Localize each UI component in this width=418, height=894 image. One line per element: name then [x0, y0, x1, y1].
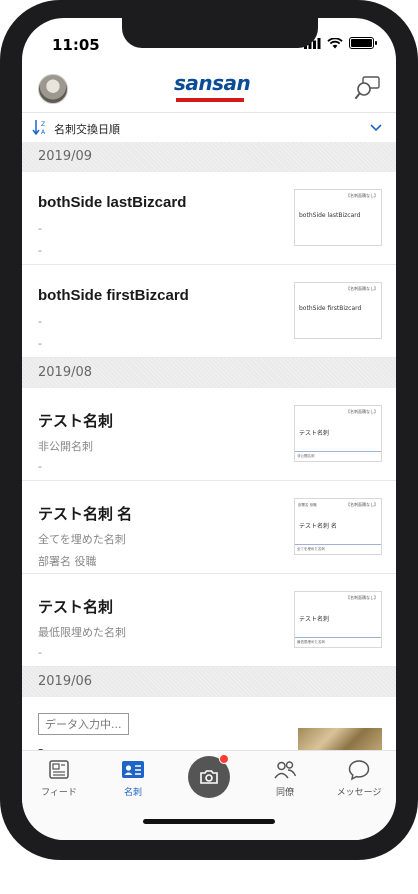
card-row[interactable]: テスト名刺 最低限埋めた名刺 - 【名刺面積なし】 テスト名刺 最低限埋めた名刺 [22, 574, 396, 667]
business-card-icon [122, 761, 144, 778]
date-section-header: 2019/06 [22, 667, 396, 697]
tab-label: 同僚 [275, 788, 294, 798]
thumbnail-divider [295, 637, 381, 638]
card-thumbnail[interactable]: 【名刺面積なし】 bothSide lastBizcard [294, 189, 382, 246]
data-entry-status-badge: データ入力中... [38, 713, 129, 735]
screen: 11:05 sansan Z A 名刺交換日順 2019/09 bothSide… [22, 18, 396, 840]
thumbnail-name: bothSide lastBizcard [299, 212, 361, 219]
sansan-logo: sansan [174, 71, 251, 106]
tab-label: 名刺 [123, 788, 142, 798]
thumbnail-tag: 【名刺面積なし】 [346, 193, 378, 198]
card-department: - [38, 646, 42, 659]
card-company: 最低限埋めた名刺 [38, 626, 126, 639]
thumbnail-company: 全てを埋めた名刺 [297, 547, 325, 551]
thumbnail-tag: 【名刺面積なし】 [346, 502, 378, 507]
phone-frame: 11:05 sansan Z A 名刺交換日順 2019/09 bothSide… [0, 0, 418, 860]
camera-icon [200, 770, 218, 784]
card-thumbnail[interactable]: 部署名 役職 【名刺面積なし】 テスト名刺 名 全てを埋めた名刺 [294, 498, 382, 555]
thumbnail-department: 部署名 役職 [298, 503, 317, 507]
date-section-header: 2019/08 [22, 358, 396, 388]
card-row[interactable]: bothSide lastBizcard - - 【名刺面積なし】 bothSi… [22, 172, 396, 265]
card-search-icon[interactable] [354, 74, 382, 102]
sort-order-icon: Z A [32, 120, 46, 136]
card-department: - [38, 337, 42, 350]
thumbnail-name: テスト名刺 [299, 616, 330, 623]
card-name: - [38, 743, 43, 750]
tab-colleagues[interactable]: 同僚 [248, 759, 322, 798]
card-photo-thumbnail[interactable] [298, 728, 382, 750]
status-time: 11:05 [52, 36, 100, 54]
thumbnail-divider [295, 544, 381, 545]
app-header: sansan [22, 66, 396, 112]
thumbnail-company: 非公開名刺 [297, 454, 315, 458]
card-row[interactable]: テスト名刺 非公開名刺 - 【名刺面積なし】 テスト名刺 非公開名刺 [22, 388, 396, 481]
thumbnail-name: テスト名刺 名 [299, 523, 337, 530]
card-thumbnail[interactable]: 【名刺面積なし】 テスト名刺 非公開名刺 [294, 405, 382, 462]
wifi-icon [327, 37, 343, 48]
thumbnail-tag: 【名刺面積なし】 [346, 595, 378, 600]
card-row[interactable]: テスト名刺 名 全てを埋めた名刺 部署名 役職 部署名 役職 【名刺面積なし】 … [22, 481, 396, 574]
sort-bar[interactable]: Z A 名刺交換日順 [22, 112, 396, 142]
business-card-list: 2019/09 bothSide lastBizcard - - 【名刺面積なし… [22, 142, 396, 750]
thumbnail-divider [295, 451, 381, 452]
card-name: テスト名刺 [38, 413, 114, 430]
card-company: 全てを埋めた名刺 [38, 533, 126, 546]
card-company: 非公開名刺 [38, 440, 93, 453]
card-name: テスト名刺 [38, 599, 114, 616]
thumbnail-tag: 【名刺面積なし】 [346, 409, 378, 414]
card-thumbnail[interactable]: 【名刺面積なし】 bothSide firstBizcard [294, 282, 382, 339]
logo-text: sansan [174, 71, 251, 95]
card-company: - [38, 222, 42, 235]
svg-text:Z: Z [41, 121, 45, 128]
home-indicator [143, 819, 275, 824]
tab-feed[interactable]: フィード [22, 759, 96, 798]
colleagues-icon [274, 761, 297, 779]
date-section-header: 2019/09 [22, 142, 396, 172]
thumbnail-name: テスト名刺 [299, 430, 330, 437]
avatar[interactable] [38, 74, 68, 104]
card-department: 部署名 役職 [38, 555, 97, 568]
sort-label: 名刺交換日順 [54, 123, 120, 136]
card-name: bothSide lastBizcard [38, 194, 187, 211]
notch [122, 18, 318, 48]
card-name: テスト名刺 名 [38, 506, 133, 523]
message-icon [348, 760, 370, 781]
notification-badge [219, 754, 229, 764]
thumbnail-name: bothSide firstBizcard [299, 305, 362, 312]
thumbnail-company: 最低限埋めた名刺 [297, 640, 325, 644]
tab-messages[interactable]: メッセージ [322, 759, 396, 798]
card-department: - [38, 460, 42, 473]
tab-business-cards[interactable]: 名刺 [96, 759, 170, 798]
card-company: - [38, 315, 42, 328]
thumbnail-tag: 【名刺面積なし】 [346, 286, 378, 291]
feed-icon [49, 760, 69, 779]
card-thumbnail[interactable]: 【名刺面積なし】 テスト名刺 最低限埋めた名刺 [294, 591, 382, 648]
tab-bar: フィード 名刺 同僚 メッセージ [22, 750, 396, 840]
card-row[interactable]: bothSide firstBizcard - - 【名刺面積なし】 bothS… [22, 265, 396, 358]
card-row[interactable]: データ入力中... - [22, 697, 396, 750]
chevron-down-icon[interactable] [370, 122, 382, 132]
tab-label: メッセージ [336, 788, 382, 798]
logo-underline [176, 98, 244, 102]
tab-label: フィード [41, 788, 77, 798]
svg-text:A: A [41, 129, 46, 136]
battery-icon [349, 37, 377, 49]
card-department: - [38, 244, 42, 257]
card-name: bothSide firstBizcard [38, 287, 189, 304]
